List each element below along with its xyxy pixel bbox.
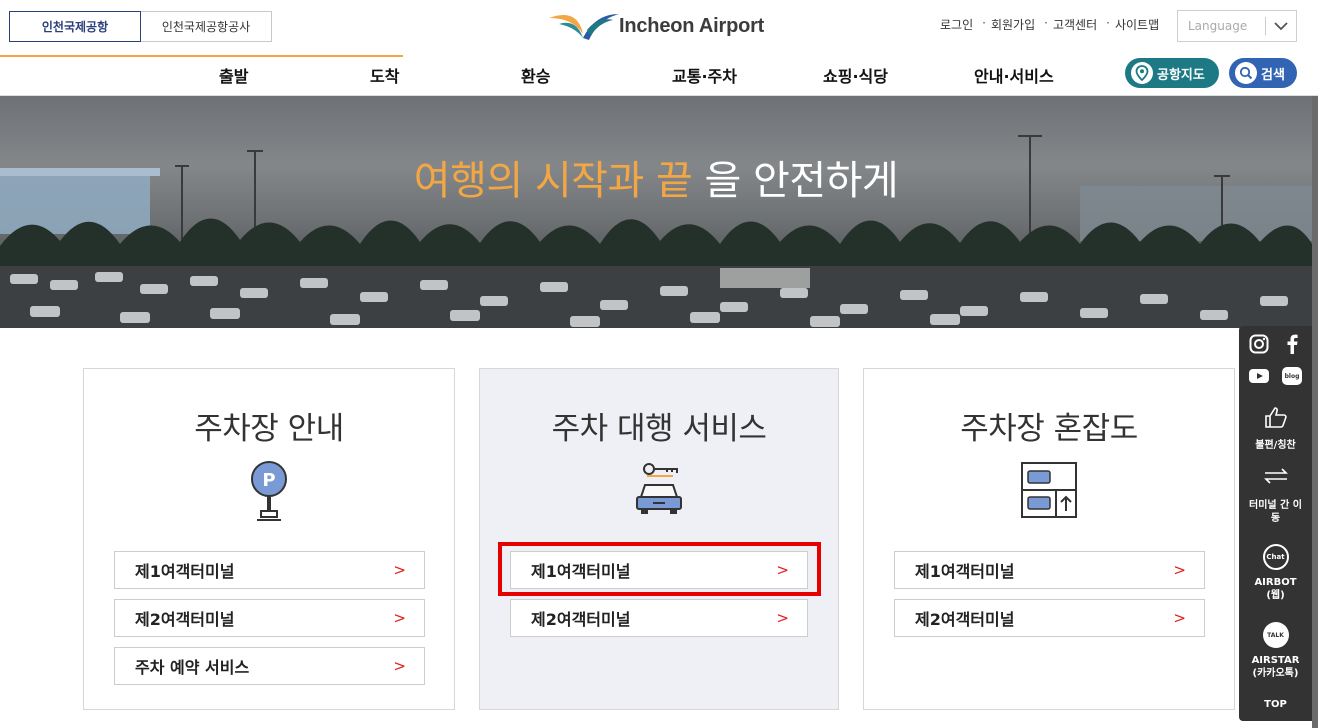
parking-garage-icon <box>1021 462 1077 518</box>
site-tabs: 인천국제공항 인천국제공항공사 <box>9 11 272 42</box>
search-label: 검색 <box>1261 67 1285 83</box>
separator-dot: · <box>982 16 986 30</box>
transfer-arrows-icon <box>1263 468 1288 484</box>
hero-title-highlight: 여행의 시작과 끝 <box>413 158 693 204</box>
chat-bubble-icon: Chat <box>1262 544 1289 570</box>
customer-center-link[interactable]: 고객센터 <box>1053 16 1097 33</box>
kakao-talk-icon: TALK <box>1262 622 1289 648</box>
thumbs-up-icon <box>1264 407 1287 428</box>
airport-map-button[interactable]: 공항지도 <box>1125 58 1219 88</box>
scroll-top-button[interactable]: TOP <box>1239 698 1312 711</box>
card-title: 주차장 혼잡도 <box>960 411 1138 447</box>
quick-airbot-label: AIRBOT (웹) <box>1254 577 1297 601</box>
blog-badge-text: blog <box>1282 367 1302 385</box>
site-tab-airport-corporation[interactable]: 인천국제공항공사 <box>141 11 272 42</box>
svg-text:P: P <box>262 470 275 491</box>
congestion-t1-link[interactable]: 제1여객터미널 > <box>894 551 1205 589</box>
search-icon <box>1235 62 1257 84</box>
blog-icon[interactable]: blog <box>1281 365 1303 387</box>
chevron-right-icon: > <box>776 609 789 627</box>
separator-dot: · <box>1044 16 1048 30</box>
parking-lot-photo <box>0 135 1312 328</box>
signup-link[interactable]: 회원가입 <box>991 16 1035 33</box>
nav-arrival[interactable]: 도착 <box>370 63 399 87</box>
parking-info-t1-link[interactable]: 제1여객터미널 > <box>114 551 425 589</box>
card-valet-service: 주차 대행 서비스 제1여객터미널 > 제2여객터미널 > <box>479 368 839 710</box>
link-label: 제2여객터미널 <box>135 610 235 629</box>
parking-sign-icon: P <box>251 461 287 521</box>
valet-t2-link[interactable]: 제2여객터미널 > <box>510 599 808 637</box>
link-label: 제1여객터미널 <box>135 562 235 581</box>
youtube-icon[interactable] <box>1248 365 1270 387</box>
quick-feedback-label: 불편/칭찬 <box>1255 440 1296 451</box>
chevron-right-icon: > <box>393 609 406 627</box>
card-parking-congestion: 주차장 혼잡도 제1여객터미널 > 제2여객터미널 > <box>863 368 1235 710</box>
language-placeholder: Language <box>1188 19 1248 33</box>
chevron-down-icon <box>1266 21 1296 31</box>
hero-banner: 여행의 시작과 끝 을 안전하게 <box>0 96 1312 328</box>
airport-map-label: 공항지도 <box>1157 67 1205 83</box>
congestion-t2-link[interactable]: 제2여객터미널 > <box>894 599 1205 637</box>
car-key-icon <box>636 463 682 514</box>
quick-airstar[interactable]: TALK AIRSTAR (카카오톡) <box>1239 622 1312 680</box>
scrollbar-gutter <box>1312 96 1318 728</box>
card-parking-info: 주차장 안내 P 제1여객터미널 > 제2여객터미널 > 주차 예약 서비스 > <box>83 368 455 710</box>
location-pin-icon <box>1131 62 1153 84</box>
chevron-right-icon: > <box>1173 609 1186 627</box>
incheon-airport-logo[interactable]: Incheon Airport <box>545 8 764 44</box>
search-button[interactable]: 검색 <box>1229 58 1297 88</box>
card-title: 주차 대행 서비스 <box>551 411 767 447</box>
quick-terminal-transfer-label: 터미널 간 이동 <box>1249 500 1302 524</box>
link-label: 제2여객터미널 <box>531 610 631 629</box>
link-label: 제1여객터미널 <box>915 562 1015 581</box>
hero-title: 여행의 시작과 끝 을 안전하게 <box>0 148 1312 206</box>
link-label: 제2여객터미널 <box>915 610 1015 629</box>
quick-airstar-label: AIRSTAR (카카오톡) <box>1251 655 1300 679</box>
quick-menu-bar: blog 불편/칭찬 터미널 간 이동 Chat AIRBOT (웹) TALK… <box>1239 326 1312 721</box>
parking-reservation-link[interactable]: 주차 예약 서비스 > <box>114 647 425 685</box>
sitemap-link[interactable]: 사이트맵 <box>1115 16 1159 33</box>
selection-highlight <box>498 542 821 596</box>
login-link[interactable]: 로그인 <box>940 16 973 33</box>
separator-dot: · <box>1106 16 1110 30</box>
facebook-icon[interactable] <box>1281 333 1303 355</box>
quick-airbot[interactable]: Chat AIRBOT (웹) <box>1239 544 1312 602</box>
airport-logo-mark-icon <box>549 14 619 40</box>
nav-departure[interactable]: 출발 <box>219 63 248 87</box>
parking-info-t2-link[interactable]: 제2여객터미널 > <box>114 599 425 637</box>
nav-shopping-dining[interactable]: 쇼핑·식당 <box>823 63 888 87</box>
nav-transport-parking[interactable]: 교통·주차 <box>672 63 737 87</box>
nav-active-underline <box>0 55 403 57</box>
logo-text: Incheon Airport <box>619 14 765 37</box>
chevron-right-icon: > <box>393 657 406 675</box>
chevron-right-icon: > <box>393 561 406 579</box>
card-title: 주차장 안내 <box>194 411 344 447</box>
chevron-right-icon: > <box>1173 561 1186 579</box>
utility-links: 로그인 · 회원가입 · 고객센터 · 사이트맵 <box>940 16 1163 33</box>
hero-title-rest: 을 안전하게 <box>692 158 899 204</box>
quick-feedback[interactable]: 불편/칭찬 <box>1239 405 1312 452</box>
link-label: 주차 예약 서비스 <box>135 658 250 677</box>
language-select[interactable]: Language <box>1177 10 1297 42</box>
site-tab-incheon-airport[interactable]: 인천국제공항 <box>9 11 141 42</box>
nav-transfer[interactable]: 환승 <box>521 63 550 87</box>
quick-terminal-transfer[interactable]: 터미널 간 이동 <box>1239 467 1312 525</box>
instagram-icon[interactable] <box>1248 333 1270 355</box>
nav-info-services[interactable]: 안내·서비스 <box>974 63 1054 87</box>
